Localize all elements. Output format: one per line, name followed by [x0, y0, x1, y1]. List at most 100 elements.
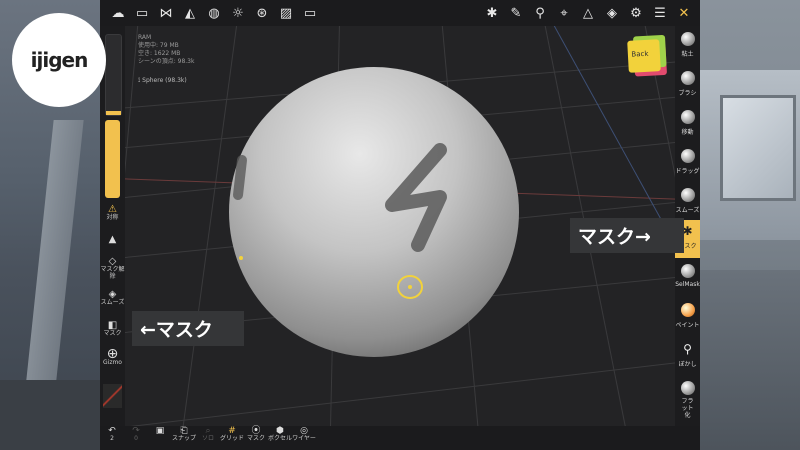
flatten-icon [680, 381, 695, 395]
pen-icon[interactable]: ✎ [504, 1, 528, 25]
undo-button[interactable]: ↶ 2 [100, 426, 124, 450]
view-cube[interactable]: Back [627, 39, 661, 73]
snapshot-label: スナップ [172, 435, 197, 442]
stats-free: 空き: 1622 MB [138, 50, 181, 57]
window [720, 95, 796, 201]
symmetry-button[interactable]: ⚠ 対称 [100, 205, 125, 222]
tool-selmask[interactable]: SelMask [675, 260, 700, 298]
site-logo: ijigen [12, 13, 106, 107]
paint-icon [680, 303, 695, 317]
radius-slider[interactable] [105, 34, 122, 116]
tool-smooth[interactable]: スムーズ [675, 184, 700, 222]
tool-label: ドラッグ [675, 168, 700, 175]
eraser-icon: ◇ [108, 256, 117, 267]
tool-label: ペイント [675, 322, 700, 329]
memory-stats: RAM 使用中: 79 MB 空き: 1622 MB シーンの頂点: 98.3k [138, 34, 194, 66]
mask-button[interactable]: ◧ マスク [100, 321, 125, 338]
layers-icon[interactable]: ◈ [600, 1, 624, 25]
stats-ram: RAM [138, 34, 152, 41]
mask-tool-icon[interactable]: ✱ [480, 1, 504, 25]
object-label[interactable]: ⟟ Sphere (98.3k) [138, 77, 187, 85]
tool-icon[interactable]: ⌖ [552, 1, 576, 25]
solo-icon: ⌕ [205, 426, 211, 436]
pivot-point [239, 256, 243, 260]
stats-used: 使用中: 79 MB [138, 42, 179, 49]
share-icon[interactable]: ⋈ [154, 1, 178, 25]
drag-icon [680, 149, 695, 163]
color-swatch[interactable] [103, 384, 122, 408]
undo-count: 2 [110, 435, 114, 442]
snapshot-button[interactable]: ⎗ スナップ [172, 426, 196, 450]
tool-brush[interactable]: ブラシ [675, 67, 700, 105]
floor [700, 270, 800, 450]
history-button[interactable]: ▣ [148, 426, 172, 450]
tool-label: ぼかし [678, 361, 697, 368]
sun-icon[interactable]: ☼ [226, 1, 250, 25]
solo-label: ソロ [201, 435, 214, 442]
move-icon [680, 110, 695, 124]
tool-label: SelMask [675, 281, 700, 288]
camera-icon: ⎗ [180, 426, 188, 436]
intensity-slider[interactable] [105, 120, 120, 198]
logo-text: ijigen [30, 48, 89, 72]
concrete-pillar [26, 120, 84, 380]
solo-button[interactable]: ⌕ ソロ [196, 426, 220, 450]
voxel-icon: ⬢ [276, 426, 284, 436]
mask-toggle-button[interactable]: ⦿ マスク [244, 426, 268, 450]
mask-toggle-label: マスク [246, 435, 265, 442]
sliders-icon[interactable]: ☰ [648, 1, 672, 25]
scene-icon[interactable]: ◭ [178, 1, 202, 25]
wireframe-label: ワイヤー [292, 435, 316, 442]
smooth-icon: ◈ [108, 289, 117, 300]
unmask-button[interactable]: ◇ マスク解除 [100, 256, 125, 281]
voxel-button[interactable]: ⬢ ボクセル [268, 426, 292, 450]
tool-drag[interactable]: ドラッグ [675, 145, 700, 183]
tool-move[interactable]: 移動 [675, 106, 700, 144]
bottom-toolbar: ↶ 2 ↷ 0 ▣ ⎗ スナップ ⌕ ソロ # グリッド ⦿ マスク ⬢ ボクセル ◎ ワイヤー [100, 426, 700, 450]
floor [0, 380, 100, 450]
smooth-button[interactable]: ◈ スムーズ [100, 289, 125, 307]
mask-label: マスク [103, 330, 122, 337]
smooth-label: スムーズ [100, 299, 125, 306]
redo-icon: ↷ [132, 426, 140, 436]
mask-stroke-edge [233, 155, 247, 200]
tool-clay[interactable]: 粘土 [675, 28, 700, 66]
blur-icon: ⚲ [683, 342, 692, 356]
history-icon: ▣ [155, 426, 165, 436]
image-icon[interactable]: ▨ [274, 1, 298, 25]
mask-eye-icon: ⦿ [251, 426, 261, 436]
wireframe-button[interactable]: ◎ ワイヤー [292, 426, 316, 450]
sub-tool-icon: ▲ [108, 234, 117, 245]
tool-flatten[interactable]: フラット化 [675, 377, 700, 421]
tool-label: 粘土 [681, 51, 694, 58]
menu-icon[interactable]: ☁ [106, 1, 130, 25]
folder-icon[interactable]: ▭ [130, 1, 154, 25]
callout-right-mask: マスク→ [570, 218, 684, 253]
tool-blur[interactable]: ⚲ ぼかし [675, 338, 700, 376]
sphere-mesh[interactable] [229, 67, 519, 357]
tool-label: ブラシ [678, 90, 697, 97]
tool-label: スムーズ [675, 207, 700, 214]
eyedropper-icon[interactable]: ⚲ [528, 1, 552, 25]
gizmo-icon: ⊕ [106, 346, 119, 362]
globe-icon[interactable]: ◍ [202, 1, 226, 25]
tools-icon[interactable]: ✕ [672, 1, 696, 25]
redo-button[interactable]: ↷ 0 [124, 426, 148, 450]
unmask-label: マスク解除 [100, 266, 125, 280]
tool-label: 移動 [681, 129, 694, 136]
grid-icon: # [228, 426, 236, 436]
gizmo-button[interactable]: ⊕ Gizmo [100, 346, 125, 366]
selmask-icon [680, 264, 695, 278]
callout-left-mask: ←マスク [132, 311, 244, 346]
undo-icon: ↶ [108, 426, 116, 436]
environment-right-background [700, 0, 800, 450]
material-icon[interactable]: ⊛ [250, 1, 274, 25]
video-icon[interactable]: ▭ [298, 1, 322, 25]
grid-button[interactable]: # グリッド [220, 426, 244, 450]
tool-paint[interactable]: ペイント [675, 299, 700, 337]
sub-tool-button[interactable]: ▲ [100, 234, 125, 245]
settings-icon[interactable]: ⚙ [624, 1, 648, 25]
smooth-icon [680, 188, 695, 202]
gizmo-label: Gizmo [103, 359, 122, 366]
triangle-icon[interactable]: △ [576, 1, 600, 25]
